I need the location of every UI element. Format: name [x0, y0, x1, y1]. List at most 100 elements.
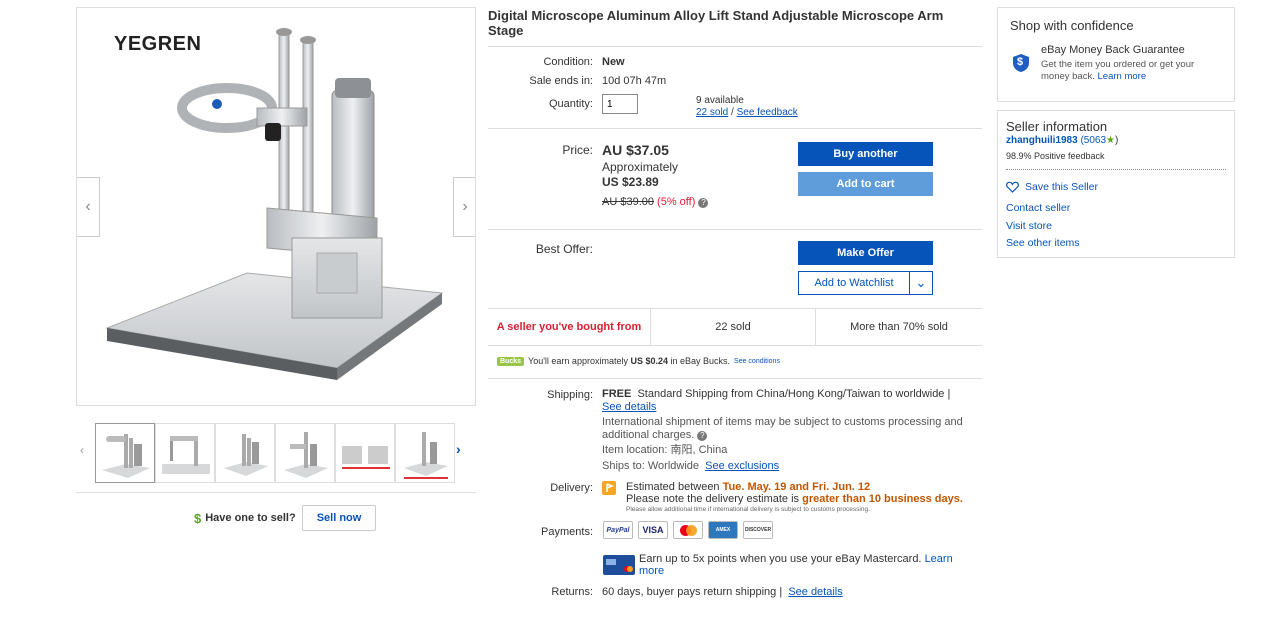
estimate-pre: Estimated between	[626, 481, 723, 493]
thumbnail-strip: ‹ ›	[80, 421, 475, 485]
info-icon[interactable]: ?	[698, 198, 709, 208]
discount: (5% off)	[657, 196, 696, 208]
separator: /	[728, 107, 737, 118]
sell-now-button[interactable]: Sell now	[301, 505, 377, 531]
visa-icon: VISA	[638, 521, 668, 539]
gallery-prev-button[interactable]: ‹	[77, 177, 100, 237]
ships-to-row: Ships to: Worldwide See exclusions	[602, 460, 974, 473]
free-shipping: FREE	[602, 388, 632, 400]
gallery-next-button[interactable]: ›	[453, 177, 475, 237]
sale-ends-label: Sale ends in:	[529, 75, 593, 87]
feedback-score-link[interactable]: (5063	[1080, 135, 1106, 146]
available-count: 9 available	[696, 95, 744, 106]
divider	[488, 229, 982, 230]
shield-icon: $	[1012, 53, 1030, 73]
thumbnail[interactable]	[395, 423, 455, 483]
divider	[488, 128, 982, 129]
divider	[1006, 169, 1226, 170]
thumbnail[interactable]	[215, 423, 275, 483]
note-pre: Please note the delivery estimate is	[626, 493, 803, 505]
sale-ends-value: 10d 07h 47m	[602, 75, 667, 87]
payment-methods: PayPal VISA AMEX DISCOVER	[603, 521, 773, 539]
bucks-text-pre: You'll earn approximately	[528, 356, 631, 366]
dollar-icon: $	[194, 510, 202, 526]
make-offer-button[interactable]: Make Offer	[798, 241, 933, 265]
contact-seller-link[interactable]: Contact seller	[1006, 202, 1070, 214]
shipping-label: Shipping:	[547, 389, 593, 401]
sold-link[interactable]: 22 sold	[696, 107, 728, 118]
quantity-input[interactable]	[602, 94, 638, 114]
positive-feedback: 98.9% Positive feedback	[1006, 151, 1105, 161]
condition-label: Condition:	[543, 56, 593, 68]
ships-to: Ships to: Worldwide	[602, 460, 700, 472]
delivery-estimate: Estimated between Tue. May. 19 and Fri. …	[626, 481, 976, 493]
note-emphasis: greater than 10 business days.	[802, 493, 963, 505]
thumbnail-next-arrow[interactable]: ›	[456, 441, 461, 457]
returns-details-link[interactable]: See details	[788, 586, 842, 598]
customs-text: International shipment of items may be s…	[602, 416, 963, 441]
thumbnail[interactable]	[155, 423, 215, 483]
item-location: Item location: 南阳, China	[602, 444, 728, 456]
guarantee-text-block: Get the item you ordered or get your mon…	[1041, 59, 1221, 83]
returns-label: Returns:	[551, 586, 593, 598]
shipping-method: Standard Shipping from China/Hong Kong/T…	[637, 388, 951, 400]
delivery-fine-print: Please allow additional time if internat…	[626, 506, 870, 513]
seller-information-box: Seller information zhanghuili1983 (5063★…	[997, 110, 1235, 258]
guarantee-learn-more-link[interactable]: Learn more	[1098, 71, 1147, 82]
add-to-cart-button[interactable]: Add to cart	[798, 172, 933, 196]
buy-another-button[interactable]: Buy another	[798, 142, 933, 166]
visit-store-link[interactable]: Visit store	[1006, 220, 1052, 232]
bucks-amount: US $0.24	[630, 356, 668, 366]
see-other-items-link[interactable]: See other items	[1006, 237, 1080, 249]
star-icon: ★	[1106, 135, 1116, 146]
bucks-text-post: in eBay Bucks.	[668, 356, 731, 366]
bucks-row: Bucks You'll earn approximately US $0.24…	[497, 356, 780, 366]
sold-percent: More than 70% sold	[850, 321, 948, 333]
bucks-icon: Bucks	[497, 356, 525, 366]
best-offer-label: Best Offer:	[535, 242, 593, 256]
see-feedback-link[interactable]: See feedback	[737, 107, 798, 118]
see-conditions-link[interactable]: See conditions	[734, 358, 780, 365]
returns-text: 60 days, buyer pays return shipping |	[602, 586, 783, 598]
discover-icon: DISCOVER	[743, 521, 773, 539]
price-main: AU $37.05	[602, 142, 669, 158]
original-price-row: AU $39.00 (5% off) ?	[602, 196, 709, 208]
add-to-watchlist-button[interactable]: Add to Watchlist	[798, 271, 910, 295]
paypal-icon: PayPal	[603, 521, 633, 539]
sold-feedback-row: 22 sold / See feedback	[696, 107, 798, 118]
shipping-method-row: FREE Standard Shipping from China/Hong K…	[602, 388, 974, 401]
delivery-label: Delivery:	[550, 482, 593, 494]
seller-username-row: zhanghuili1983 (5063★)	[1006, 135, 1118, 146]
info-icon[interactable]: ?	[697, 431, 708, 441]
divider	[488, 46, 982, 47]
payments-label: Payments:	[541, 526, 593, 538]
quantity-label: Quantity:	[548, 98, 593, 110]
thumbnail[interactable]	[275, 423, 335, 483]
divider	[488, 378, 982, 379]
save-seller-link[interactable]: Save this Seller	[1025, 181, 1098, 193]
sell-question: Have one to sell?	[205, 512, 296, 524]
seller-info-title: Seller information	[1006, 119, 1108, 134]
customs-note: International shipment of items may be s…	[602, 416, 974, 442]
mastercard-promo: Earn up to 5x points when you use your e…	[639, 553, 969, 577]
seller-highlights: A seller you've bought from 22 sold More…	[488, 308, 982, 346]
thumbnail-prev-arrow[interactable]: ‹	[80, 443, 84, 457]
see-exclusions-link[interactable]: See exclusions	[705, 460, 779, 472]
original-price: AU $39.00	[602, 196, 654, 208]
price-label: Price:	[562, 143, 593, 157]
seller-username-link[interactable]: zhanghuili1983	[1006, 135, 1078, 146]
watchlist-dropdown-icon[interactable]: ⌄	[909, 271, 933, 295]
product-photo	[105, 28, 444, 380]
save-seller-row[interactable]: Save this Seller	[1006, 181, 1098, 193]
shipping-details-link[interactable]: See details	[602, 401, 656, 413]
sell-prompt: $ Have one to sell? Sell now	[194, 505, 377, 531]
sold-count: 22 sold	[651, 309, 816, 345]
thumbnail[interactable]	[335, 423, 395, 483]
bought-from-badge: A seller you've bought from	[488, 309, 651, 345]
thumbnail[interactable]	[95, 423, 155, 483]
main-image[interactable]: YEGREN ‹ ›	[76, 7, 476, 406]
approx-value: US $23.89	[602, 175, 659, 189]
shield-glyph: $	[1017, 56, 1024, 68]
confidence-title: Shop with confidence	[1010, 18, 1134, 33]
guarantee-title: eBay Money Back Guarantee	[1041, 44, 1185, 56]
